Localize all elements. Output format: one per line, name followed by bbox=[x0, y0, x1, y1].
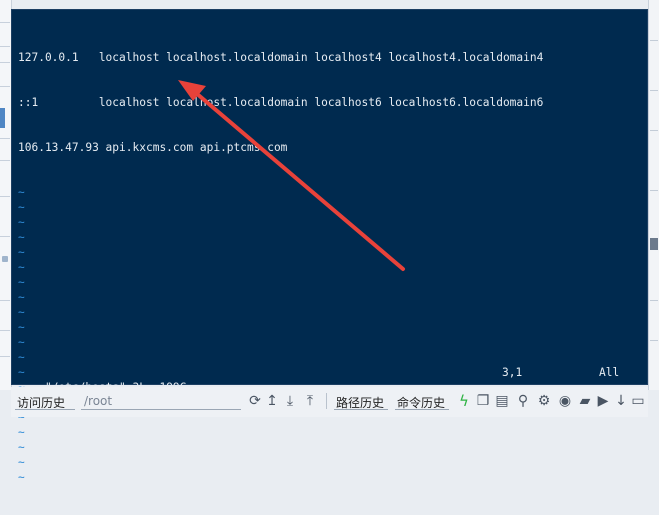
bottom-toolbar: 访问历史 /root ⟳ ↥ ⤓ ⤒ 路径历史 命令历史 ϟ ❐ ▤ ⚲ ⚙ ◉… bbox=[11, 387, 648, 417]
terminal-window[interactable]: 127.0.0.1 localhost localhost.localdomai… bbox=[11, 9, 648, 484]
arrow-down-icon[interactable]: ↓ bbox=[613, 392, 629, 410]
empty-line-tilde: ~ bbox=[18, 441, 25, 454]
upload-icon[interactable]: ⤒ bbox=[302, 392, 318, 410]
empty-line-tilde: ~ bbox=[18, 471, 25, 484]
play-icon[interactable]: ▶ bbox=[595, 392, 611, 410]
empty-line-tilde: ~ bbox=[18, 246, 25, 259]
status-scroll-percent: All bbox=[599, 366, 620, 379]
empty-line-tilde: ~ bbox=[18, 201, 25, 214]
empty-line-tilde: ~ bbox=[18, 231, 25, 244]
empty-line-tilde: ~ bbox=[18, 456, 25, 469]
empty-line-tilde: ~ bbox=[18, 186, 25, 199]
empty-line-tilde: ~ bbox=[18, 291, 25, 304]
empty-line-tilde: ~ bbox=[18, 351, 25, 364]
empty-line-tilde: ~ bbox=[18, 276, 25, 289]
copy-icon[interactable]: ❐ bbox=[475, 392, 491, 410]
right-panel-grip[interactable] bbox=[650, 238, 658, 250]
lightning-icon[interactable]: ϟ bbox=[456, 392, 472, 410]
status-cursor-position: 3,1 bbox=[502, 366, 523, 379]
up-directory-icon[interactable]: ↥ bbox=[264, 392, 280, 410]
paste-icon[interactable]: ▤ bbox=[494, 392, 510, 410]
empty-line-tilde: ~ bbox=[18, 216, 25, 229]
hosts-line-1: 127.0.0.1 localhost localhost.localdomai… bbox=[18, 51, 544, 64]
refresh-icon[interactable]: ⟳ bbox=[247, 392, 263, 410]
search-icon[interactable]: ⚲ bbox=[515, 392, 531, 410]
vim-buffer[interactable]: 127.0.0.1 localhost localhost.localdomai… bbox=[18, 20, 543, 515]
window-icon[interactable]: ▭ bbox=[630, 392, 646, 410]
empty-line-markers: ~~~~~~~~~~~~~~~~~~~~ bbox=[18, 185, 543, 485]
empty-line-tilde: ~ bbox=[18, 321, 25, 334]
download-icon[interactable]: ⤓ bbox=[282, 392, 298, 410]
right-panel-edge bbox=[648, 0, 659, 390]
empty-line-tilde: ~ bbox=[18, 261, 25, 274]
gear-icon[interactable]: ⚙ bbox=[536, 392, 552, 410]
empty-line-tilde: ~ bbox=[18, 306, 25, 319]
hosts-line-3: 106.13.47.93 api.kxcms.com api.ptcms.com bbox=[18, 141, 288, 154]
left-panel-tab[interactable] bbox=[0, 108, 5, 128]
path-input[interactable]: /root bbox=[84, 394, 112, 408]
folder-icon[interactable]: ▰ bbox=[577, 392, 593, 410]
disk-icon[interactable]: ◉ bbox=[557, 392, 573, 410]
empty-line-tilde: ~ bbox=[18, 336, 25, 349]
hosts-line-2: ::1 localhost localhost.localdomain loca… bbox=[18, 96, 544, 109]
